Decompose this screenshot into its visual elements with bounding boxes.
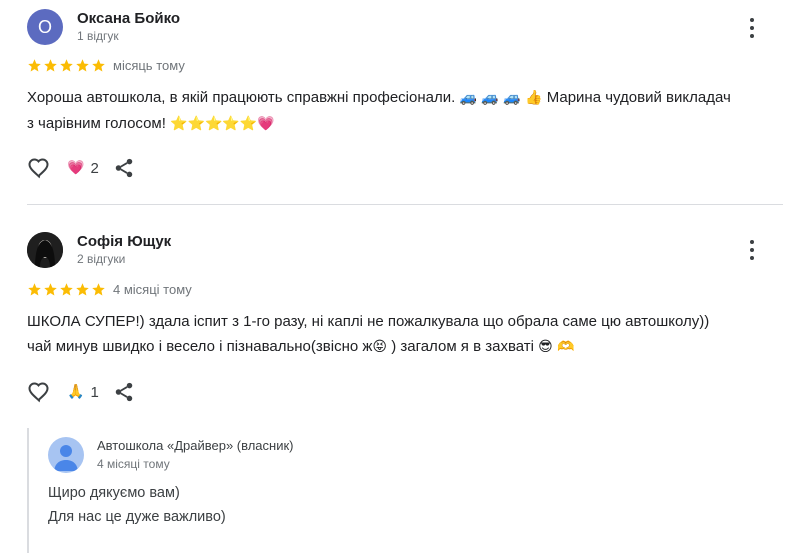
star-rating bbox=[27, 282, 106, 297]
star-icon bbox=[92, 59, 105, 72]
star-icon bbox=[92, 283, 105, 296]
reviewer-name[interactable]: Софія Ющук bbox=[77, 233, 171, 250]
more-options-icon[interactable] bbox=[742, 16, 762, 40]
owner-reply-bar bbox=[27, 428, 29, 553]
owner-avatar[interactable] bbox=[48, 437, 84, 473]
reviewer-name[interactable]: Оксана Бойко bbox=[77, 10, 180, 27]
owner-reply-line: Для нас це дуже важливо) bbox=[48, 509, 226, 525]
star-icon bbox=[60, 59, 73, 72]
star-icon bbox=[76, 283, 89, 296]
emoji: ⭐⭐⭐⭐⭐💗 bbox=[170, 116, 275, 132]
owner-reply-time: 4 місяці тому bbox=[97, 457, 170, 471]
review-text-part: з чарівним голосом! bbox=[27, 115, 166, 132]
avatar[interactable]: О bbox=[27, 9, 63, 45]
reaction-count: 2 bbox=[90, 159, 99, 177]
owner-reply-line: Щиро дякуємо вам) bbox=[48, 485, 180, 501]
review-text-line: Хороша автошкола, в якій працюють справж… bbox=[27, 85, 731, 111]
review-time: 4 місяці тому bbox=[113, 282, 192, 297]
star-icon bbox=[28, 283, 41, 296]
avatar-letter: О bbox=[37, 16, 52, 37]
star-icon bbox=[60, 283, 73, 296]
owner-reply-text: Щиро дякуємо вам) Для нас це дуже важлив… bbox=[48, 481, 226, 529]
review-text-line: ШКОЛА СУПЕР!) здала іспит з 1-го разу, н… bbox=[27, 313, 710, 330]
reaction-emoji[interactable]: 💗 bbox=[67, 160, 84, 176]
review-actions: 🙏 1 bbox=[27, 380, 135, 404]
review-card: Софія Ющук 2 відгуки 4 місяці тому ШКОЛА… bbox=[0, 205, 789, 553]
reviewer-review-count[interactable]: 2 відгуки bbox=[77, 252, 125, 266]
review-text: Хороша автошкола, в якій працюють справж… bbox=[27, 85, 731, 137]
review-text-part: Хороша автошкола, в якій працюють справж… bbox=[27, 89, 456, 106]
review-text: ШКОЛА СУПЕР!) здала іспит з 1-го разу, н… bbox=[27, 309, 709, 360]
review-card: О Оксана Бойко 1 відгук місяць тому Хоро… bbox=[0, 0, 789, 204]
star-icon bbox=[44, 283, 57, 296]
review-actions: 💗 2 bbox=[27, 156, 135, 180]
avatar[interactable] bbox=[27, 232, 63, 268]
emoji: 🚙 🚙 🚙 👍 bbox=[459, 90, 543, 106]
person-icon bbox=[54, 445, 78, 471]
reviewer-review-count[interactable]: 1 відгук bbox=[77, 29, 119, 43]
reaction-emoji[interactable]: 🙏 bbox=[67, 384, 84, 400]
review-text-part: Марина чудовий викладач bbox=[546, 89, 731, 106]
review-text-line: чай минув швидко і весело і пізнавально(… bbox=[27, 334, 709, 360]
like-heart-icon[interactable] bbox=[27, 156, 51, 180]
star-icon bbox=[44, 59, 57, 72]
review-text-part: ) загалом я в захваті bbox=[391, 338, 534, 355]
review-text-part: чай минув швидко і весело і пізнавально(… bbox=[27, 338, 373, 355]
more-options-icon[interactable] bbox=[742, 238, 762, 262]
reaction-count: 1 bbox=[90, 383, 99, 401]
owner-name[interactable]: Автошкола «Драйвер» (власник) bbox=[97, 438, 294, 453]
star-rating bbox=[27, 58, 106, 73]
emoji: 😝 bbox=[372, 339, 388, 355]
star-icon bbox=[76, 59, 89, 72]
profile-photo-icon bbox=[27, 232, 63, 268]
review-time: місяць тому bbox=[113, 58, 185, 73]
share-icon[interactable] bbox=[113, 381, 135, 403]
review-text-line: з чарівним голосом! ⭐⭐⭐⭐⭐💗 bbox=[27, 111, 731, 137]
share-icon[interactable] bbox=[113, 157, 135, 179]
star-icon bbox=[28, 59, 41, 72]
emoji: 😎 🫶 bbox=[538, 339, 575, 355]
like-heart-icon[interactable] bbox=[27, 380, 51, 404]
